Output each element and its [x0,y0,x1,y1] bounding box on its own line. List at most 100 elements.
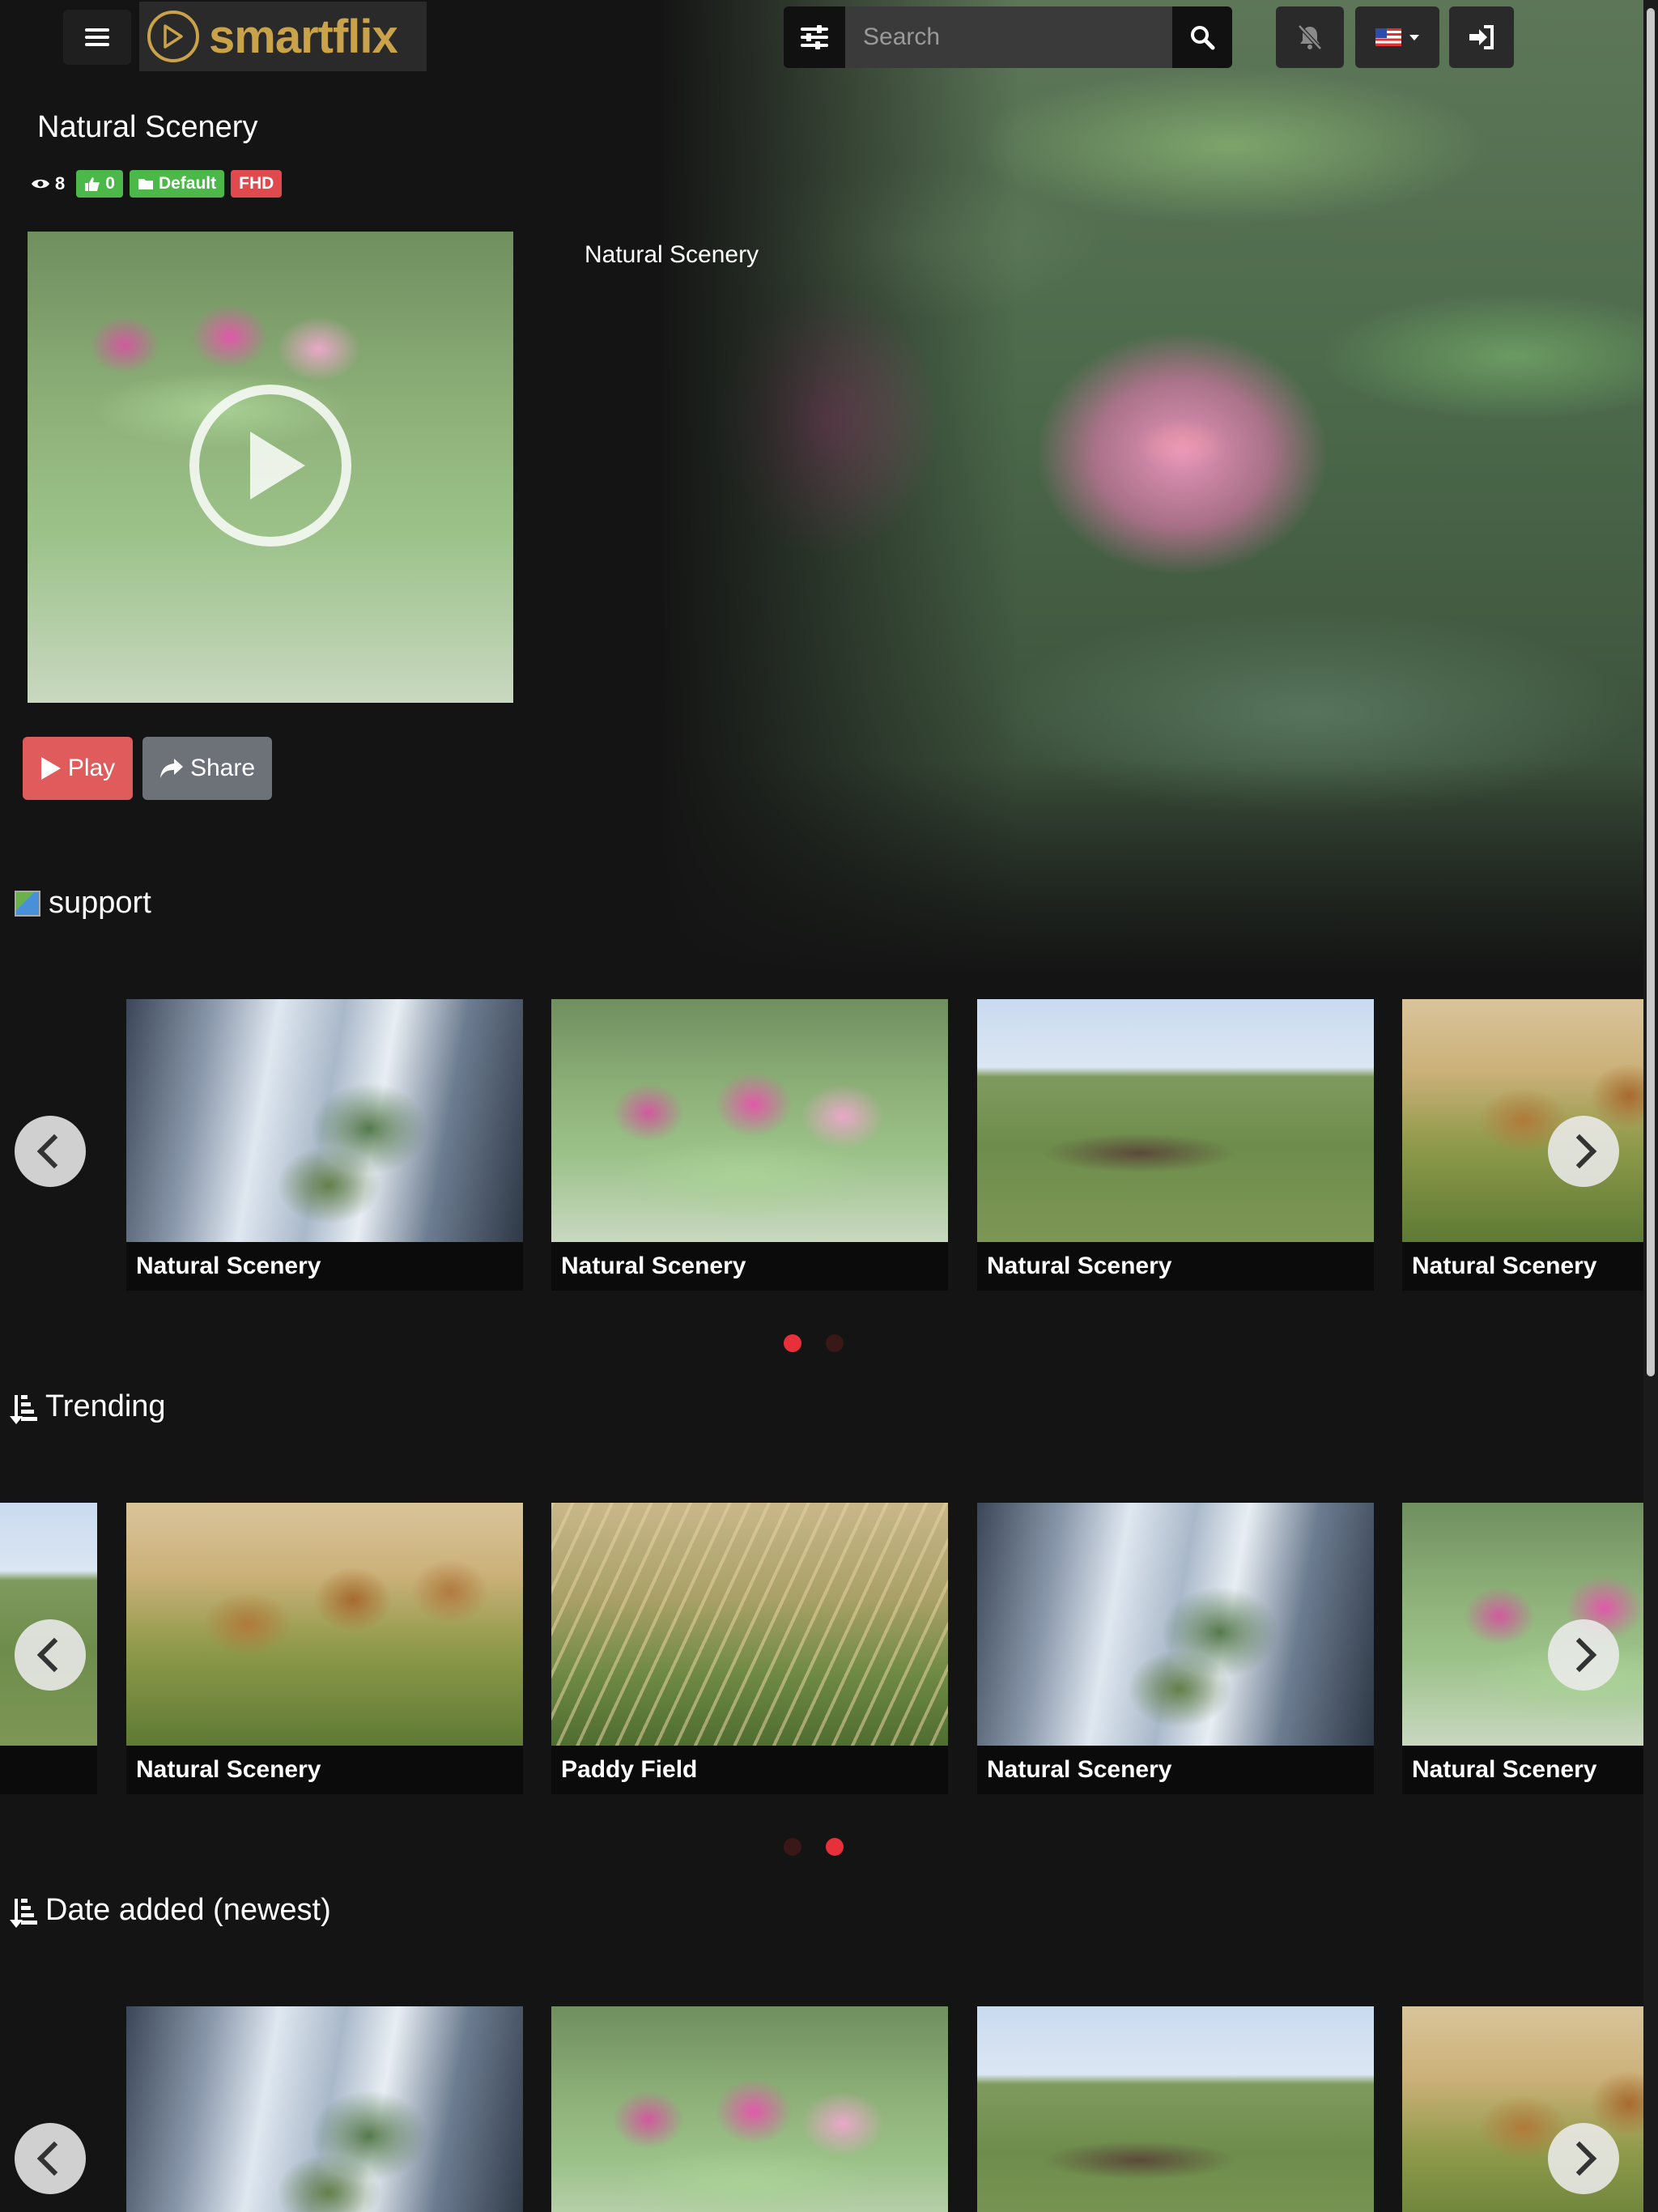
likes-value: 0 [105,174,115,193]
login-button[interactable] [1449,6,1514,68]
play-circle-icon[interactable] [189,385,351,547]
carousel-pagination [784,1334,844,1352]
search-input[interactable] [845,6,1172,68]
card-title: Natural Scenery [1402,1746,1643,1794]
views-count: 8 [31,173,65,194]
folder-icon [138,179,153,189]
hero-backdrop-image [664,0,1643,976]
movie-card[interactable]: Paddy Field [551,1503,948,1794]
movie-card[interactable] [126,2006,523,2212]
carousel-prev-button[interactable] [15,2123,86,2194]
thumbs-up-icon [85,177,100,191]
section-title-text: Date added (newest) [45,1893,331,1927]
app-logo[interactable]: smartflix [139,2,427,71]
carousel-next-button[interactable] [1548,1619,1619,1691]
carousel-pagination [784,1838,844,1856]
section-title-text: support [49,886,151,920]
carousel-trending: Natural Scenery Paddy Field Natural Scen… [0,1503,1643,1810]
sign-in-icon [1469,25,1494,49]
sliders-icon [801,25,828,49]
likes-badge[interactable]: 0 [76,170,123,198]
carousel-next-button[interactable] [1548,1116,1619,1187]
carousel-date-added [0,2006,1643,2212]
language-selector[interactable] [1355,6,1439,68]
share-icon [159,759,183,778]
card-thumbnail [977,2006,1374,2212]
movie-card[interactable]: Natural Scenery [126,999,523,1291]
us-flag-icon [1375,28,1401,46]
movie-meta: 8 0 Default FHD [31,170,283,198]
section-title-text: Trending [45,1389,166,1423]
card-title: Paddy Field [551,1746,948,1794]
card-thumbnail [977,999,1374,1242]
movie-card[interactable]: Natural Scenery [551,999,948,1291]
search-icon [1191,26,1215,50]
search-button[interactable] [1172,6,1232,68]
section-title-trending: Trending [10,1389,166,1424]
chevron-right-icon [1562,1637,1597,1673]
backdrop-title: Natural Scenery [585,241,759,268]
movie-card[interactable]: Natural Scenery [126,1503,523,1794]
category-value: Default [158,174,217,193]
pagination-dot[interactable] [826,1334,844,1352]
carousel-next-button[interactable] [1548,2123,1619,2194]
caret-down-icon [1409,34,1419,40]
play-icon [40,757,61,780]
page-title: Natural Scenery [37,110,258,144]
share-button[interactable]: Share [142,737,272,800]
card-title: Natural Scenery [977,1242,1374,1291]
quality-value: FHD [239,174,274,193]
play-logo-icon [147,11,199,62]
card-thumbnail [1402,999,1643,1242]
movie-poster[interactable] [28,232,513,703]
card-title: Natural Scenery [1402,1242,1643,1291]
movie-card[interactable] [551,2006,948,2212]
card-thumbnail [551,1503,948,1746]
carousel-prev-button[interactable] [15,1619,86,1691]
card-thumbnail [977,1503,1374,1746]
card-title [0,1746,97,1794]
card-thumbnail [126,2006,523,2212]
share-button-label: Share [189,755,256,781]
filter-button[interactable] [784,6,845,68]
pagination-dot[interactable] [826,1838,844,1856]
pagination-dot[interactable] [784,1334,801,1352]
menu-button[interactable] [63,10,131,65]
movie-card[interactable] [977,2006,1374,2212]
card-thumbnail [551,999,948,1242]
pagination-dot[interactable] [784,1838,801,1856]
quality-badge: FHD [231,170,283,198]
views-value: 8 [55,173,66,194]
chevron-left-icon [36,2141,72,2176]
movie-card[interactable]: Natural Scenery [977,999,1374,1291]
section-title-date-added: Date added (newest) [10,1893,331,1928]
chevron-left-icon [36,1134,72,1169]
play-button-label: Play [67,755,116,781]
hamburger-icon [85,28,109,46]
page-scrollbar[interactable] [1643,0,1658,2212]
movie-card[interactable]: Natural Scenery [977,1503,1374,1794]
chevron-left-icon [36,1637,72,1673]
card-thumbnail [1402,1503,1643,1746]
carousel-prev-button[interactable] [15,1116,86,1187]
card-thumbnail [126,999,523,1242]
play-button[interactable]: Play [23,737,133,800]
scrollbar-thumb[interactable] [1647,8,1655,1376]
bell-slash-icon [1298,24,1322,50]
card-thumbnail [126,1503,523,1746]
card-title: Natural Scenery [126,1746,523,1794]
card-thumbnail [551,2006,948,2212]
category-badge[interactable]: Default [129,170,225,198]
chevron-right-icon [1562,2141,1597,2176]
app-name: smartflix [209,10,398,63]
sort-amount-down-icon [10,1897,37,1928]
eye-icon [32,179,49,189]
chevron-right-icon [1562,1134,1597,1169]
section-title-support: support [15,886,151,921]
notifications-button[interactable] [1276,6,1344,68]
card-title: Natural Scenery [977,1746,1374,1794]
broken-image-icon [15,890,40,917]
carousel-support: Natural Scenery Natural Scenery Natural … [0,999,1643,1307]
sort-amount-down-icon [10,1393,37,1424]
card-title: Natural Scenery [126,1242,523,1291]
